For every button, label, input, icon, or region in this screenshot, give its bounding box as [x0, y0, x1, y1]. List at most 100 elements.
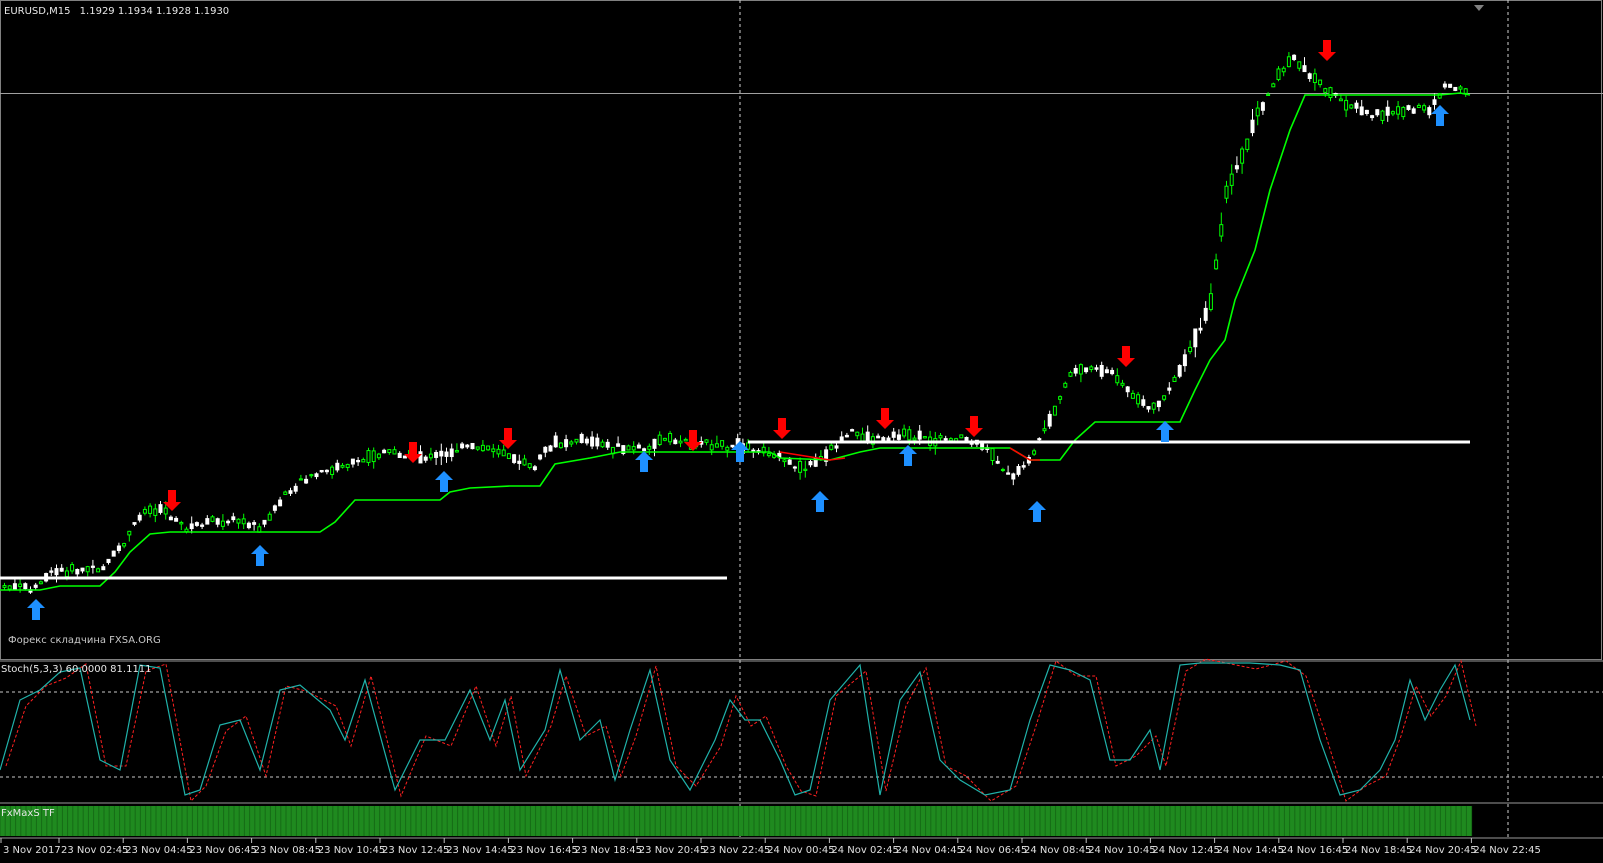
candle-body [309, 474, 314, 477]
candle-body [392, 449, 397, 455]
candle-body [1302, 65, 1307, 73]
candle-body [501, 449, 506, 457]
candle-body [1292, 54, 1297, 60]
candle-body [142, 508, 147, 514]
candle-body [652, 438, 657, 449]
candle-body [1219, 224, 1224, 237]
candle-body [538, 454, 543, 460]
candle-body [132, 522, 137, 525]
candle-body [371, 450, 376, 463]
candle-body [262, 519, 267, 525]
time-axis-label: 24 Nov 22:45 [1473, 845, 1540, 856]
candle-body [1276, 68, 1281, 81]
candle-body [1073, 367, 1078, 374]
candle-body [1448, 83, 1453, 88]
chart-canvas[interactable]: 3 Nov 2017 23 Nov 02:4523 Nov 04:4523 Nov… [0, 0, 1603, 863]
candle-body [252, 522, 257, 525]
candle-body [1078, 364, 1083, 375]
candle-body [85, 566, 90, 573]
candle-body [1250, 119, 1255, 134]
candle-body [1422, 105, 1427, 111]
candle-body [205, 518, 210, 525]
candle-body [1380, 110, 1385, 121]
candle-body [189, 523, 194, 530]
candle-body [553, 435, 558, 448]
candle-body [1172, 376, 1177, 383]
candle-body [38, 581, 43, 585]
candle-body [335, 462, 340, 471]
candle-body [231, 516, 236, 521]
candle-body [283, 491, 288, 495]
candle-body [153, 508, 158, 516]
candle-body [59, 567, 64, 572]
candle-body [522, 458, 527, 466]
candle-body [1281, 67, 1286, 73]
candle-body [101, 566, 106, 571]
candle-body [236, 518, 241, 524]
candle-body [1177, 365, 1182, 377]
candle-body [314, 473, 319, 478]
candle-body [387, 449, 392, 454]
candle-body [1240, 148, 1245, 164]
candle-body [704, 439, 709, 443]
candle-body [272, 505, 277, 511]
candle-body [1229, 173, 1234, 186]
candle-body [1312, 73, 1317, 84]
candle-body [1063, 382, 1068, 388]
candle-body [766, 453, 771, 457]
candle-body [439, 450, 444, 457]
candle-body [803, 468, 808, 471]
candle-body [210, 516, 215, 522]
candle-body [1344, 99, 1349, 111]
candle-body [475, 446, 480, 450]
time-axis-label: 24 Nov 06:45 [960, 845, 1027, 856]
time-axis-label: 24 Nov 10:45 [1088, 845, 1155, 856]
candle-body [1006, 472, 1011, 475]
candle-body [1214, 259, 1219, 270]
candle-body [470, 442, 475, 450]
candle-body [1286, 56, 1291, 68]
candle-body [215, 518, 220, 525]
candle-body [382, 449, 387, 454]
candle-body [600, 441, 605, 448]
candle-body [361, 459, 366, 463]
time-axis-label: 23 Nov 04:45 [125, 845, 192, 856]
candle-body [1156, 400, 1161, 408]
candle-body [246, 522, 251, 529]
symbol-label: EURUSD,M15 [4, 6, 71, 17]
candle-body [1349, 104, 1354, 109]
candle-body [1037, 438, 1042, 441]
time-axis-label: 23 Nov 02:45 [61, 845, 128, 856]
candle-body [730, 444, 735, 448]
candle-body [543, 446, 548, 453]
fxmaxs-bar [0, 806, 1472, 836]
candle-body [1198, 327, 1203, 331]
candle-body [324, 469, 329, 473]
candle-body [683, 438, 688, 442]
candle-body [527, 463, 532, 468]
candle-body [1052, 405, 1057, 416]
candle-body [1115, 375, 1120, 384]
candle-body [1385, 106, 1390, 116]
candle-body [1370, 115, 1375, 119]
candle-body [163, 507, 168, 515]
candle-body [356, 459, 361, 463]
candle-body [636, 444, 641, 449]
candle-body [486, 445, 491, 451]
candle-body [491, 448, 496, 453]
candle-body [714, 443, 719, 448]
candle-body [1318, 79, 1323, 86]
candle-body [1130, 392, 1135, 399]
candle-body [1328, 87, 1333, 99]
time-axis-label: 23 Nov 12:45 [382, 845, 449, 856]
fxmaxs-label: FxMaxS TF [1, 808, 55, 819]
candle-body [33, 584, 38, 588]
candle-body [1411, 108, 1416, 114]
candle-body [1234, 165, 1239, 170]
candle-body [569, 441, 574, 445]
candle-body [1021, 465, 1026, 468]
candle-body [1245, 138, 1250, 150]
candle-body [1427, 107, 1432, 116]
time-axis-label: 24 Nov 14:45 [1217, 845, 1284, 856]
candle-body [1193, 328, 1198, 348]
